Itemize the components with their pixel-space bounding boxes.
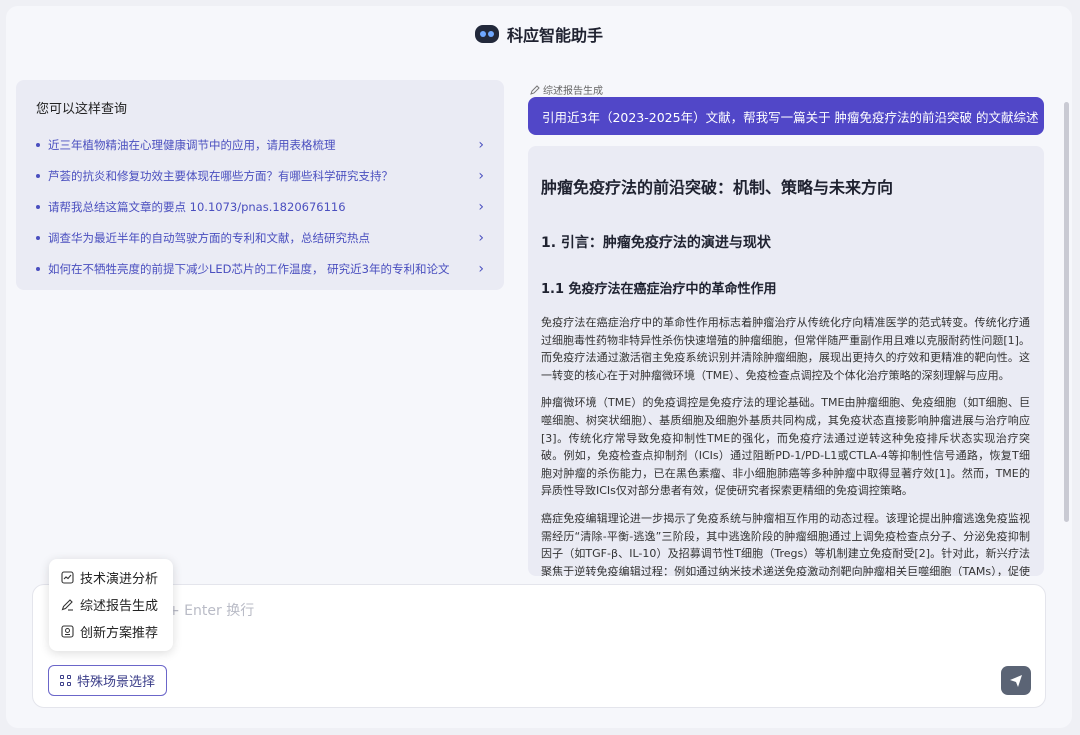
suggestion-label: 近三年植物精油在心理健康调节中的应用，请用表格梳理 (48, 137, 336, 152)
chevron-right-icon: › (478, 167, 484, 184)
answer-paragraph: 免疫疗法在癌症治疗中的革命性作用标志着肿瘤治疗从传统化疗向精准医学的范式转变。传… (541, 316, 1030, 382)
menu-item-label: 技术演进分析 (80, 572, 159, 587)
suggestions-panel: 您可以这样查询 近三年植物精油在心理健康调节中的应用，请用表格梳理 › 芦荟的抗… (16, 80, 504, 290)
assistant-answer: 肿瘤免疫疗法的前沿突破：机制、策略与未来方向 1. 引言：肿瘤免疫疗法的演进与现… (528, 146, 1044, 576)
answer-paragraph: 癌症免疫编辑理论进一步揭示了免疫系统与肿瘤相互作用的动态过程。该理论提出肿瘤逃逸… (541, 511, 1030, 576)
mode-tag-label: 综述报告生成 (543, 86, 603, 97)
chat-input-placeholder: + Enter 换行 (168, 603, 255, 619)
send-button[interactable] (1001, 666, 1031, 695)
bullet-icon (36, 266, 40, 271)
chart-icon (61, 571, 74, 584)
robot-logo-icon (474, 25, 499, 43)
answer-paragraph: 肿瘤微环境（TME）的免疫调控是免疫疗法的理论基础。TME由肿瘤细胞、免疫细胞（… (541, 396, 1030, 498)
suggestion-item[interactable]: 近三年植物精油在心理健康调节中的应用，请用表格梳理 › (36, 129, 484, 160)
suggestion-item[interactable]: 请帮我总结这篇文章的要点 10.1073/pnas.1820676116 › (36, 191, 484, 222)
send-icon (1010, 674, 1022, 687)
menu-item-review-report[interactable]: 综述报告生成 (49, 591, 173, 618)
mode-tag: 综述报告生成 (530, 82, 603, 97)
mode-menu: 技术演进分析 综述报告生成 创新方案推荐 (49, 559, 173, 651)
suggestion-label: 请帮我总结这篇文章的要点 10.1073/pnas.1820676116 (48, 199, 346, 214)
chevron-right-icon: › (478, 198, 484, 215)
user-message: 引用近3年（2023-2025年）文献，帮我写一篇关于 肿瘤免疫疗法的前沿突破 … (528, 97, 1044, 135)
bullet-icon (36, 235, 40, 240)
special-scene-label: 特殊场景选择 (76, 675, 155, 690)
suggestion-label: 调查华为最近半年的自动驾驶方面的专利和文献，总结研究热点 (48, 230, 370, 245)
conversation-scrollbar[interactable] (1064, 102, 1069, 522)
suggestion-item[interactable]: 调查华为最近半年的自动驾驶方面的专利和文献，总结研究热点 › (36, 222, 484, 253)
menu-item-label: 创新方案推荐 (80, 626, 159, 641)
bullet-icon (36, 142, 40, 147)
suggestion-label: 芦荟的抗炎和修复功效主要体现在哪些方面？有哪些科学研究支持？ (48, 168, 393, 183)
app-header: 科应智能助手 (6, 6, 1072, 62)
suggestion-item[interactable]: 如何在不牺牲亮度的前提下减少LED芯片的工作温度， 研究近3年的专利和论文 › (36, 253, 484, 284)
app-title: 科应智能助手 (506, 26, 603, 45)
suggestions-title: 您可以这样查询 (36, 102, 128, 117)
answer-section-heading: 1. 引言：肿瘤免疫疗法的演进与现状 (541, 235, 771, 251)
pen-icon (530, 84, 540, 95)
grid-icon (59, 674, 72, 687)
chevron-right-icon: › (478, 136, 484, 153)
chevron-right-icon: › (478, 229, 484, 246)
menu-item-tech-evolution[interactable]: 技术演进分析 (49, 564, 173, 591)
menu-item-label: 综述报告生成 (80, 599, 159, 614)
chevron-right-icon: › (478, 260, 484, 277)
answer-subsection-heading: 1.1 免疫疗法在癌症治疗中的革命性作用 (541, 282, 777, 297)
pen-icon (61, 598, 74, 611)
special-scene-button[interactable]: 特殊场景选择 (48, 665, 167, 696)
menu-item-innovation-plan[interactable]: 创新方案推荐 (49, 618, 173, 645)
bullet-icon (36, 204, 40, 209)
answer-title: 肿瘤免疫疗法的前沿突破：机制、策略与未来方向 (541, 178, 894, 197)
bullet-icon (36, 173, 40, 178)
suggestion-item[interactable]: 芦荟的抗炎和修复功效主要体现在哪些方面？有哪些科学研究支持？ › (36, 160, 484, 191)
suggestion-label: 如何在不牺牲亮度的前提下减少LED芯片的工作温度， 研究近3年的专利和论文 (48, 261, 450, 276)
bulb-card-icon (61, 625, 74, 638)
